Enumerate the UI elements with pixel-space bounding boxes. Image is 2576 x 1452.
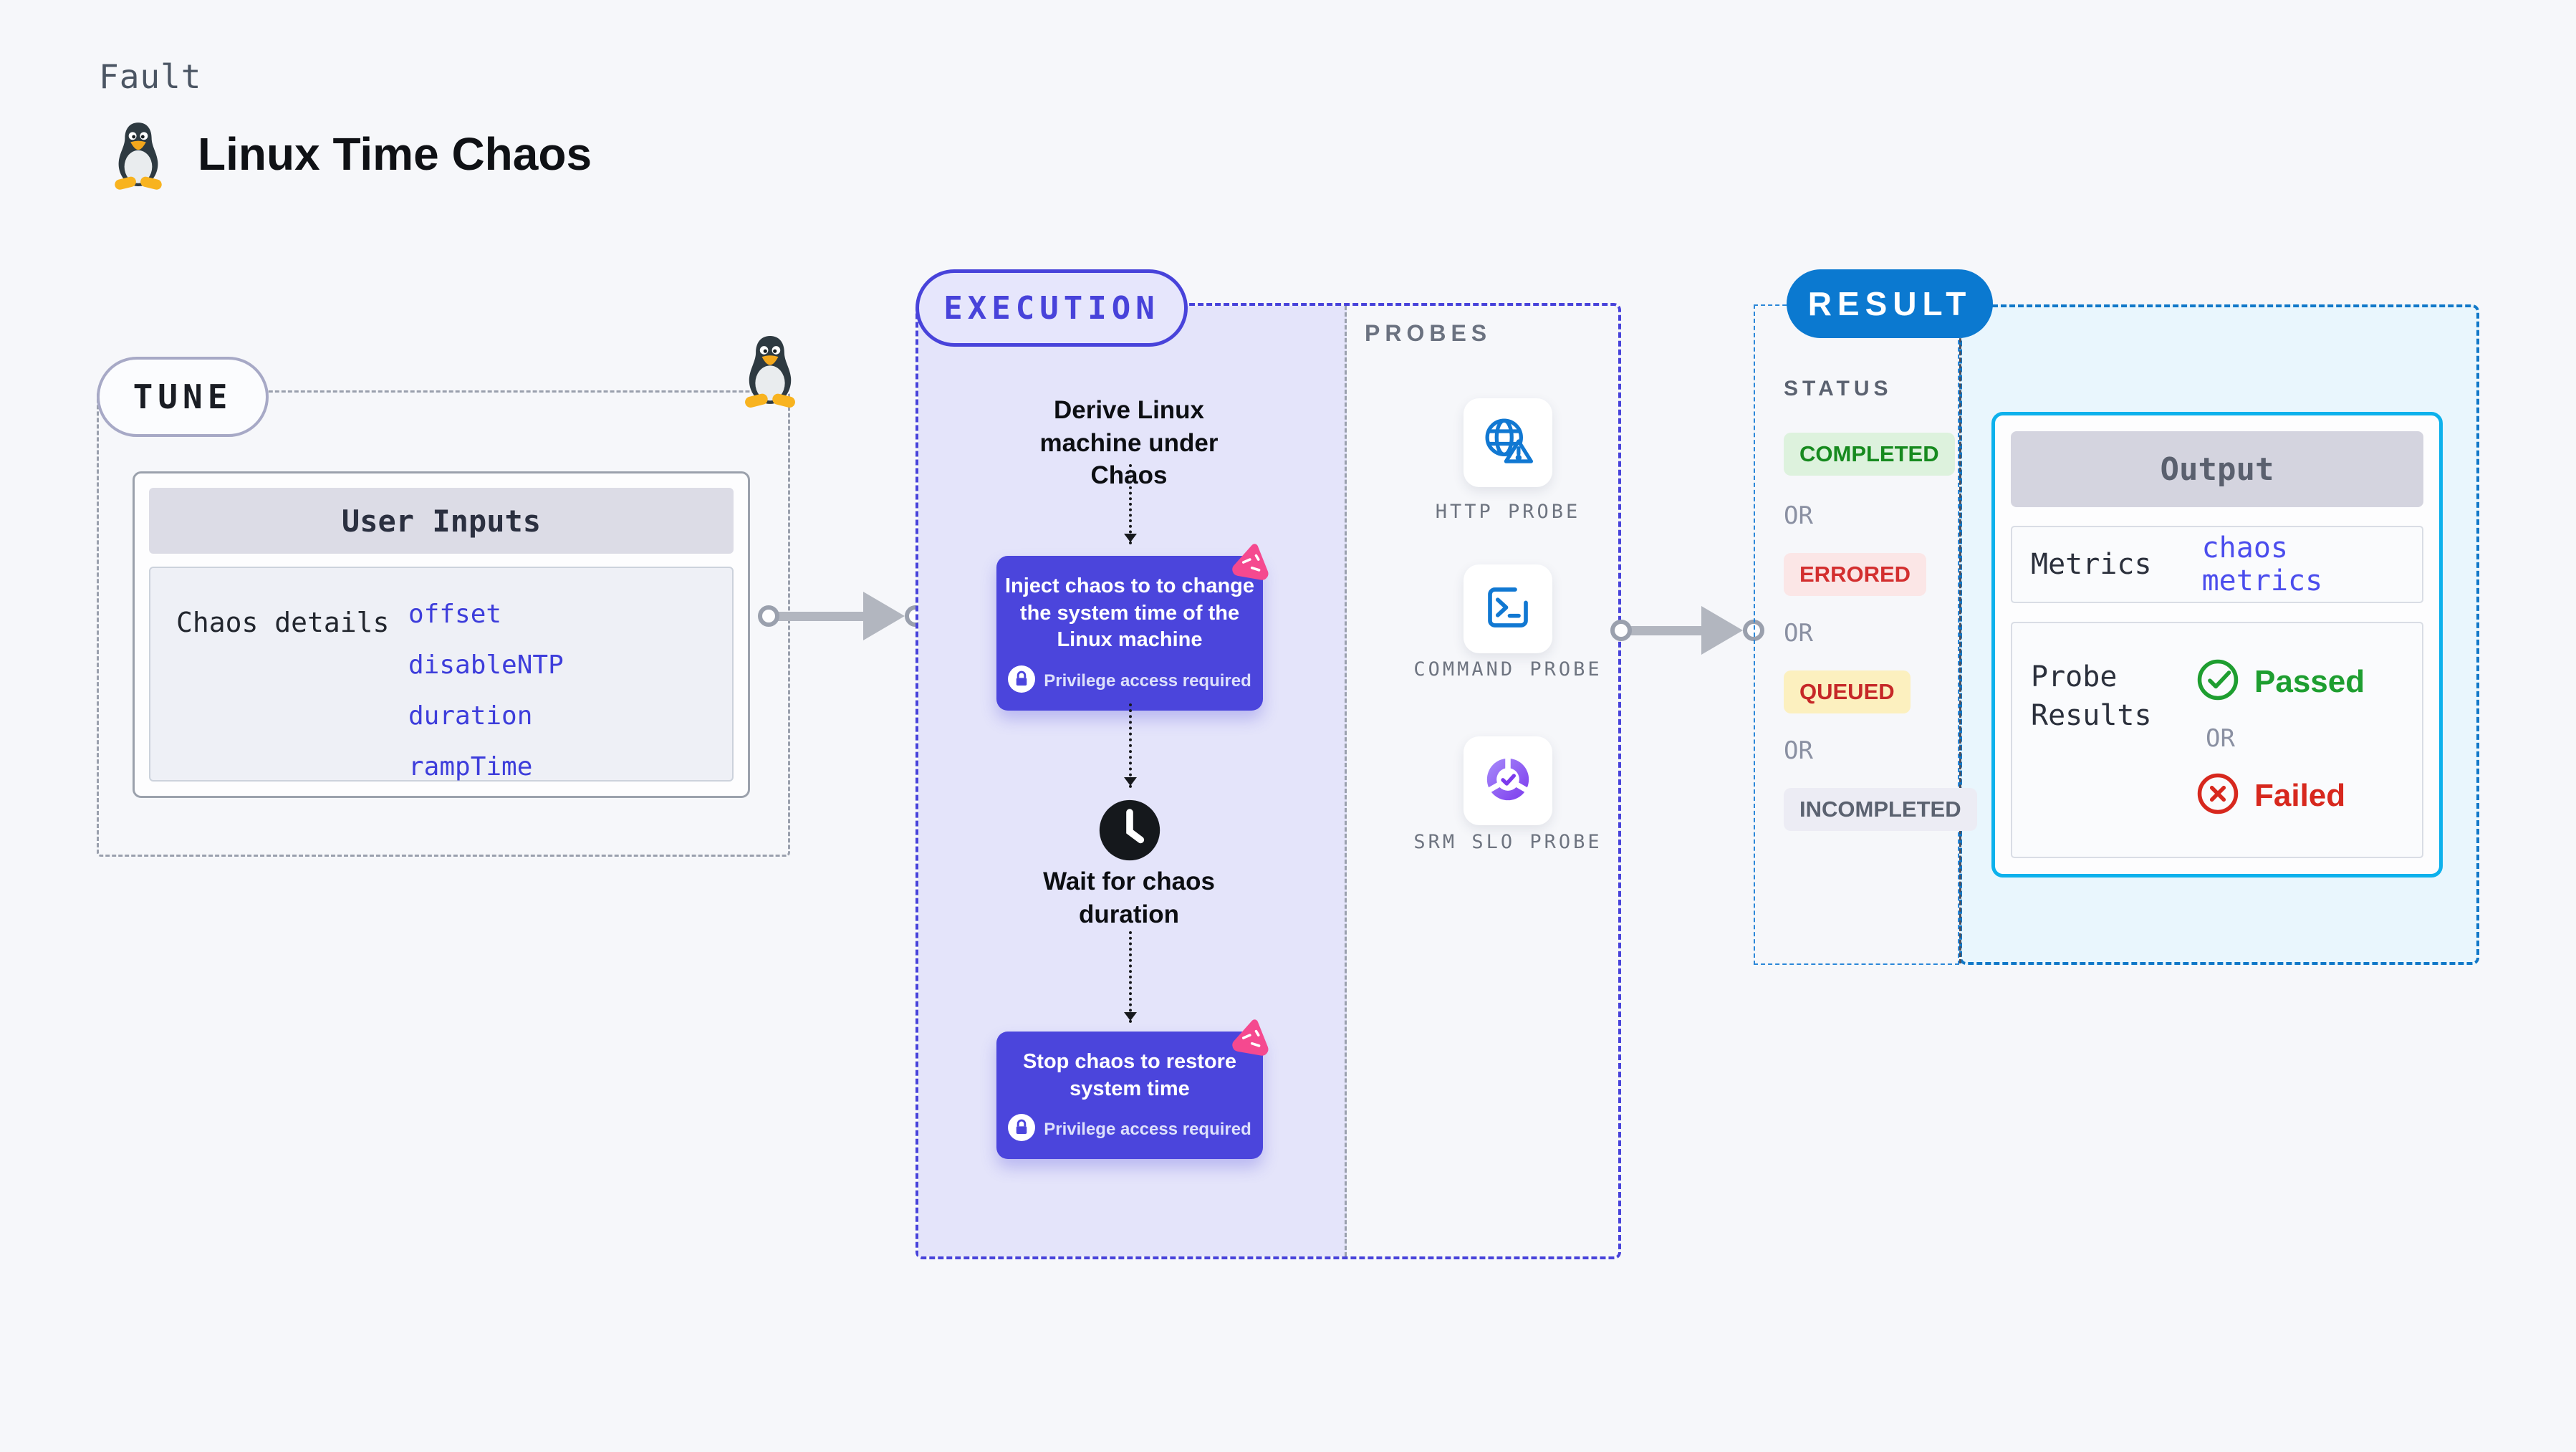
- chaos-details-label: Chaos details: [176, 607, 390, 638]
- or-separator: OR: [2206, 724, 2235, 753]
- user-inputs-title: User Inputs: [149, 488, 734, 554]
- slo-donut-icon: [1479, 751, 1537, 812]
- http-probe-card[interactable]: [1464, 398, 1552, 487]
- inject-chaos-box: Inject chaos to to change the system tim…: [996, 544, 1269, 711]
- param-link-duration[interactable]: duration: [408, 701, 564, 731]
- param-link-disablentp[interactable]: disableNTP: [408, 650, 564, 680]
- dotted-arrow-down: [1124, 931, 1137, 1023]
- chaos-param-list: offset disableNTP duration rampTime: [408, 600, 564, 782]
- user-inputs-body: Chaos details offset disableNTP duration…: [149, 567, 734, 782]
- command-probe-card[interactable]: [1464, 564, 1552, 653]
- privilege-note: Privilege access required: [1044, 670, 1251, 691]
- lock-icon: [1008, 665, 1036, 696]
- tune-badge: TUNE: [97, 357, 269, 437]
- user-inputs-card: User Inputs Chaos details offset disable…: [133, 471, 750, 798]
- lock-icon: [1008, 1114, 1036, 1145]
- status-badge-queued: QUEUED: [1784, 670, 1911, 713]
- or-separator: OR: [1784, 619, 1813, 648]
- chaos-burst-icon: [1225, 1009, 1279, 1064]
- arrow-tune-to-execution: [769, 612, 873, 621]
- wait-step-text: Wait for chaos duration: [1043, 867, 1215, 928]
- fault-eyebrow: Fault: [99, 57, 202, 96]
- or-separator: OR: [1784, 736, 1813, 765]
- terminal-icon: [1479, 579, 1537, 640]
- x-circle-icon: [2196, 771, 2240, 819]
- param-link-offset[interactable]: offset: [408, 600, 564, 629]
- stop-chaos-text: Stop chaos to restore system time: [1022, 1050, 1237, 1100]
- srm-slo-probe-label: SRM SLO PROBE: [1413, 831, 1602, 853]
- stop-chaos-box: Stop chaos to restore system time Privil…: [996, 1019, 1269, 1160]
- dotted-arrow-down: [1124, 464, 1137, 544]
- tux-corner-icon: [735, 334, 805, 408]
- metrics-label: Metrics: [2031, 548, 2152, 581]
- probe-results-row: Probe Results Passed OR Failed: [2011, 622, 2423, 858]
- chaos-metrics-link[interactable]: chaos metrics: [2202, 532, 2422, 597]
- probes-title: PROBES: [1365, 320, 1492, 346]
- or-separator: OR: [1784, 501, 1813, 530]
- privilege-note: Privilege access required: [1044, 1119, 1251, 1139]
- srm-slo-probe-card[interactable]: [1464, 736, 1552, 825]
- status-badge-completed: COMPLETED: [1784, 433, 1955, 476]
- status-badge-errored: ERRORED: [1784, 553, 1927, 596]
- output-card: Output Metrics chaos metrics Probe Resul…: [1991, 412, 2443, 878]
- tux-linux-icon: [107, 120, 169, 191]
- connector-dot: [758, 605, 779, 627]
- result-panel-divider: [1959, 306, 1961, 963]
- arrow-execution-to-result: [1621, 626, 1711, 635]
- clock-icon: [1097, 797, 1163, 863]
- globe-alert-icon: [1478, 411, 1538, 475]
- arrow-execution-to-result-head: [1701, 606, 1743, 655]
- http-probe-label: HTTP PROBE: [1435, 501, 1581, 523]
- param-link-ramptime[interactable]: rampTime: [408, 752, 564, 782]
- dotted-arrow-down: [1124, 703, 1137, 788]
- status-badge-incompleted: INCOMPLETED: [1784, 788, 1977, 831]
- connector-dot: [1610, 620, 1632, 641]
- failed-label: Failed: [2254, 777, 2346, 813]
- chaos-burst-icon: [1225, 534, 1279, 588]
- arrow-tune-to-execution-head: [863, 592, 905, 640]
- command-probe-label: COMMAND PROBE: [1413, 658, 1602, 681]
- output-title: Output: [2011, 431, 2423, 507]
- probe-results-label: Probe Results: [2031, 660, 2152, 732]
- page-title: Linux Time Chaos: [198, 128, 592, 180]
- status-column: STATUS COMPLETED OR ERRORED OR QUEUED OR…: [1784, 377, 1977, 831]
- execution-badge: EXECUTION: [915, 269, 1188, 347]
- result-badge: RESULT: [1787, 269, 1993, 338]
- metrics-row: Metrics chaos metrics: [2011, 526, 2423, 603]
- status-title: STATUS: [1784, 377, 1893, 400]
- check-circle-icon: [2196, 658, 2240, 706]
- inject-chaos-text: Inject chaos to to change the system tim…: [1004, 574, 1255, 652]
- passed-label: Passed: [2254, 663, 2365, 699]
